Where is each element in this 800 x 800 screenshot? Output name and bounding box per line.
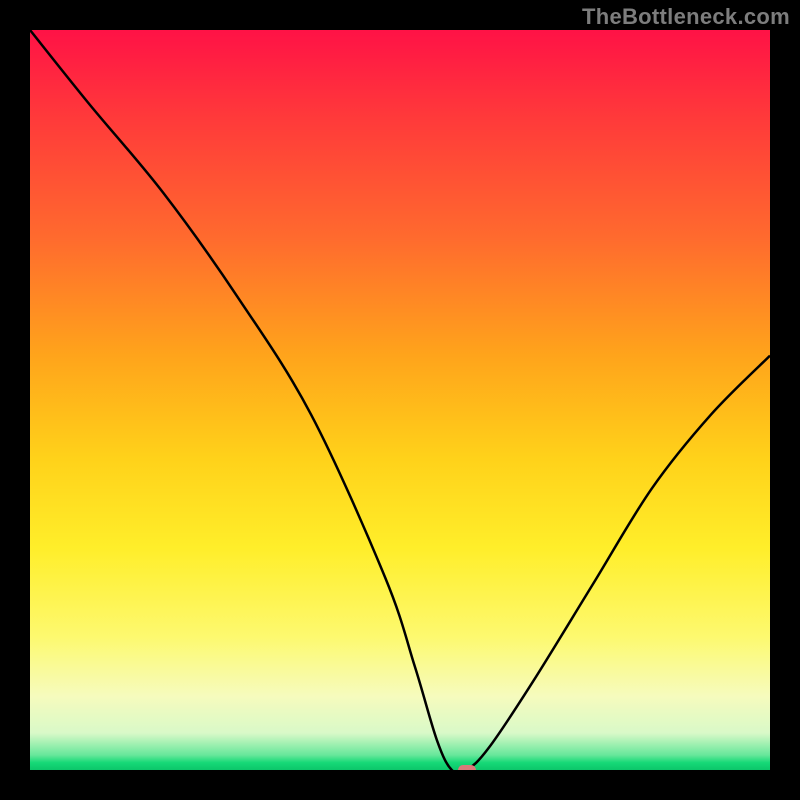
curve-path	[30, 30, 770, 770]
plot-area	[30, 30, 770, 770]
bottleneck-curve	[30, 30, 770, 770]
chart-frame: TheBottleneck.com	[0, 0, 800, 800]
minimum-marker	[458, 765, 476, 770]
watermark-text: TheBottleneck.com	[582, 4, 790, 30]
